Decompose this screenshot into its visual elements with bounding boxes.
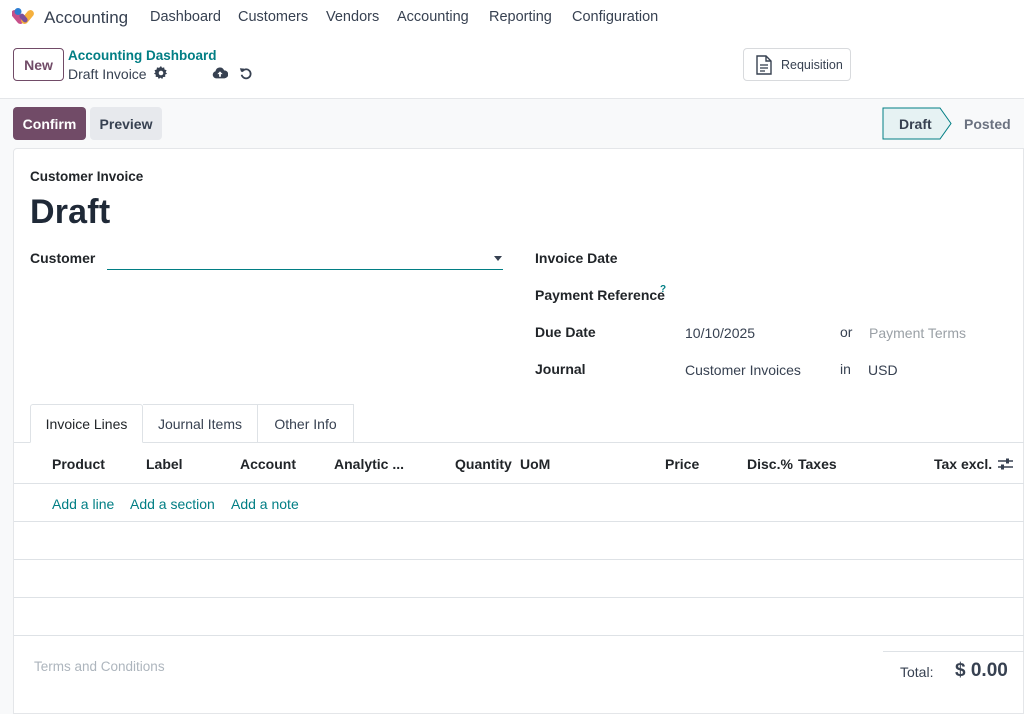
in-text: in xyxy=(840,361,851,377)
col-uom[interactable]: UoM xyxy=(520,456,550,472)
discard-changes-icon[interactable] xyxy=(239,66,253,80)
add-line-link[interactable]: Add a line xyxy=(52,496,114,512)
invoice-date-label: Invoice Date xyxy=(535,250,618,266)
due-date-field[interactable]: 10/10/2025 xyxy=(685,325,755,341)
optional-columns-icon[interactable] xyxy=(998,457,1013,471)
table-row xyxy=(14,559,1024,560)
status-draft[interactable]: Draft xyxy=(899,116,932,132)
col-label[interactable]: Label xyxy=(146,456,183,472)
currency-field[interactable]: USD xyxy=(868,362,898,378)
chevron-down-icon[interactable] xyxy=(494,256,502,261)
col-tax-excl[interactable]: Tax excl. xyxy=(934,456,992,472)
menu-vendors[interactable]: Vendors xyxy=(326,9,379,25)
col-taxes[interactable]: Taxes xyxy=(798,456,837,472)
top-navbar: Accounting Dashboard Customers Vendors A… xyxy=(0,0,1024,36)
customer-label: Customer xyxy=(30,250,96,266)
tabs-divider xyxy=(14,442,1024,443)
terms-and-conditions-field[interactable]: Terms and Conditions xyxy=(34,659,165,674)
new-button[interactable]: New xyxy=(13,48,64,81)
gear-icon[interactable] xyxy=(154,66,168,80)
due-date-label: Due Date xyxy=(535,324,596,340)
payment-terms-field[interactable]: Payment Terms xyxy=(869,325,966,341)
total-amount: $ 0.00 xyxy=(955,660,1008,681)
col-analytic[interactable]: Analytic ... xyxy=(334,456,404,472)
col-quantity[interactable]: Quantity xyxy=(455,456,512,472)
customer-input[interactable] xyxy=(107,250,503,270)
col-product[interactable]: Product xyxy=(52,456,105,472)
add-note-link[interactable]: Add a note xyxy=(231,496,299,512)
tab-other-info[interactable]: Other Info xyxy=(258,404,354,443)
document-icon xyxy=(756,54,772,75)
requisition-button[interactable]: Requisition xyxy=(743,48,851,81)
journal-field[interactable]: Customer Invoices xyxy=(685,362,801,378)
cloud-upload-icon[interactable] xyxy=(212,66,228,80)
menu-configuration[interactable]: Configuration xyxy=(572,9,658,25)
menu-dashboard[interactable]: Dashboard xyxy=(150,9,221,25)
add-section-link[interactable]: Add a section xyxy=(130,496,215,512)
col-discount[interactable]: Disc.% xyxy=(747,456,793,472)
table-row xyxy=(14,521,1024,522)
table-header-divider xyxy=(14,483,1024,484)
invoice-type-label: Customer Invoice xyxy=(30,169,144,184)
app-logo-icon[interactable] xyxy=(12,6,34,28)
menu-customers[interactable]: Customers xyxy=(238,9,308,25)
status-posted[interactable]: Posted xyxy=(964,116,1011,132)
help-icon[interactable]: ? xyxy=(660,284,666,295)
table-row xyxy=(14,597,1024,598)
or-text: or xyxy=(840,324,853,340)
requisition-label: Requisition xyxy=(781,57,843,72)
app-title[interactable]: Accounting xyxy=(44,8,128,28)
breadcrumb-parent-link[interactable]: Accounting Dashboard xyxy=(68,48,217,63)
confirm-button[interactable]: Confirm xyxy=(13,107,86,140)
total-divider xyxy=(883,651,1024,652)
tab-journal-items[interactable]: Journal Items xyxy=(143,404,258,443)
preview-button[interactable]: Preview xyxy=(90,107,162,140)
breadcrumb-current: Draft Invoice xyxy=(68,66,147,82)
total-label: Total: xyxy=(900,664,934,680)
table-row xyxy=(14,635,1024,636)
payment-reference-label: Payment Reference xyxy=(535,287,665,303)
col-price[interactable]: Price xyxy=(665,456,699,472)
tab-invoice-lines[interactable]: Invoice Lines xyxy=(30,404,143,443)
menu-reporting[interactable]: Reporting xyxy=(489,9,552,25)
invoice-title: Draft xyxy=(30,193,111,231)
col-account[interactable]: Account xyxy=(240,456,296,472)
menu-accounting[interactable]: Accounting xyxy=(397,9,469,25)
journal-label: Journal xyxy=(535,361,586,377)
